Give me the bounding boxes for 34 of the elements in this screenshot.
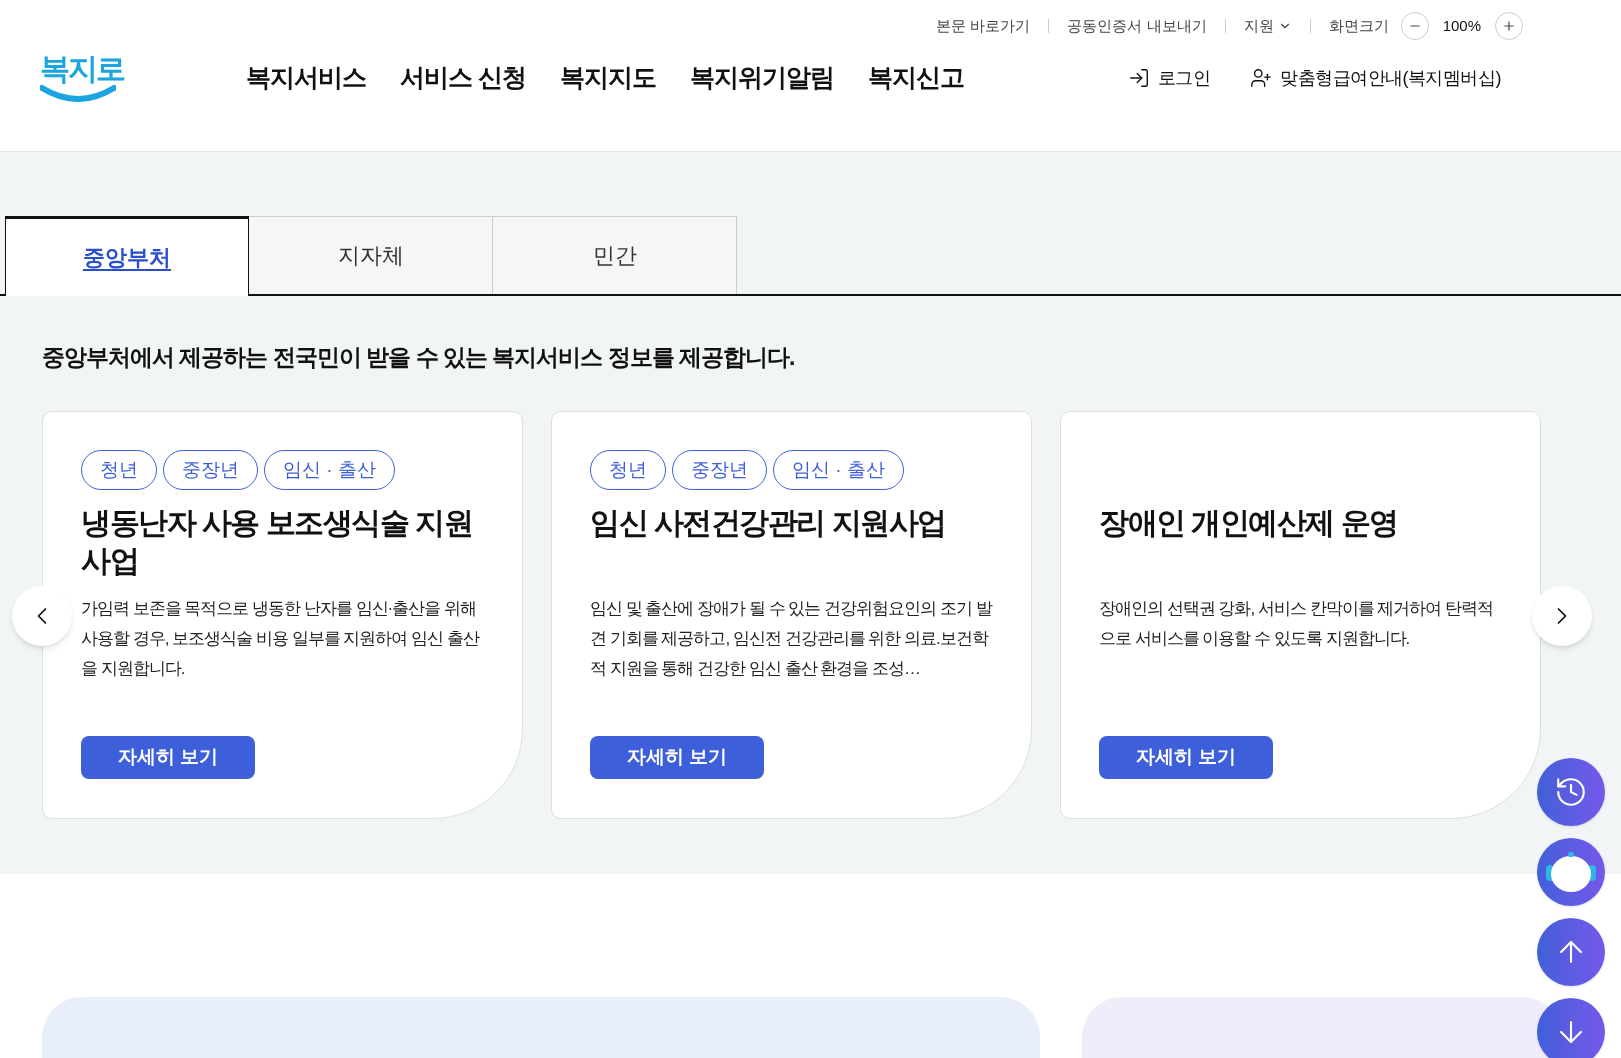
card-description: 가임력 보존을 목적으로 냉동한 난자를 임신·출산을 위해 사용할 경우, 보조생식술 비용 일부를 지원하여 임신 출산을 지원합니다. xyxy=(81,597,481,680)
zoom-label: 화면크기 xyxy=(1327,15,1390,36)
tab[interactable]: 민간 xyxy=(493,216,737,294)
tab[interactable]: 중앙부처 xyxy=(5,216,249,296)
card-title: 임신 사전건강관리 지원사업 xyxy=(590,504,947,541)
support-dropdown[interactable]: 지원 xyxy=(1225,14,1310,38)
main-nav-item[interactable]: 복지위기알림 xyxy=(689,59,834,97)
login-link[interactable]: 로그인 xyxy=(1127,64,1210,92)
details-button[interactable]: 자세히 보기 xyxy=(81,735,255,779)
scroll-up-button[interactable] xyxy=(1537,918,1605,986)
membership-link[interactable]: 맞춤형급여안내(복지멤버십) xyxy=(1250,64,1501,92)
utility-link[interactable]: 공동인증서 내보내기 xyxy=(1049,14,1225,38)
chatbot-button[interactable] xyxy=(1537,838,1605,906)
plus-icon xyxy=(1502,19,1516,33)
card-description: 장애인의 선택권 강화, 서비스 칸막이를 제거하여 탄력적으로 서비스를 이용할 수 있도록 지원합니다. xyxy=(1099,597,1495,650)
details-button[interactable]: 자세히 보기 xyxy=(1099,735,1273,779)
tab[interactable]: 지자체 xyxy=(249,216,493,294)
main-nav-item[interactable]: 복지서비스 xyxy=(246,59,366,97)
utility-link[interactable]: 본문 바로가기 xyxy=(918,14,1049,38)
main-nav-item[interactable]: 복지지도 xyxy=(559,59,656,97)
scroll-down-button[interactable] xyxy=(1537,998,1605,1058)
card-title: 냉동난자 사용 보조생식술 지원사업 xyxy=(81,504,473,579)
login-icon xyxy=(1127,67,1150,89)
smile-swoosh-icon xyxy=(40,84,116,102)
card-title: 장애인 개인예산제 운영 xyxy=(1099,504,1399,541)
card-description: 임신 및 출산에 장애가 될 수 있는 건강위험요인의 조기 발견 기회를 제공하고, 임신전 건강관리를 위한 의료.보건학적 지원을 통해 건강한 임신 출산 환경을 조성… xyxy=(590,597,993,680)
logo-text: 복지로 xyxy=(40,54,124,84)
history-icon xyxy=(1554,775,1588,809)
main-nav-item[interactable]: 서비스 신청 xyxy=(400,59,526,97)
details-button[interactable]: 자세히 보기 xyxy=(590,735,764,779)
main-nav-item[interactable]: 복지신고 xyxy=(867,59,964,97)
user-plus-icon xyxy=(1250,67,1272,89)
intro-text: 중앙부처에서 제공하는 전국민이 받을 수 있는 복지서비스 정보를 제공합니다. xyxy=(42,343,796,372)
zoom-value: 100% xyxy=(1441,15,1482,36)
